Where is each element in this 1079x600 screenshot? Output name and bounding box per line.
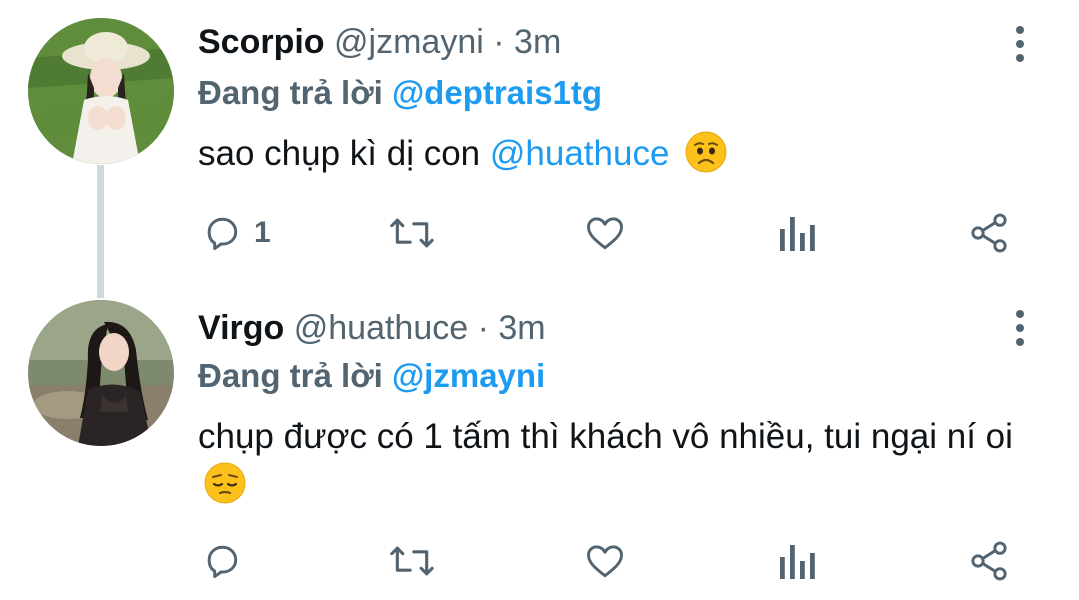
separator-dot: ·	[493, 23, 505, 61]
reply-to-mention[interactable]: @deptrais1tg	[392, 74, 602, 111]
like-button[interactable]	[582, 533, 628, 589]
retweet-button[interactable]	[388, 533, 436, 589]
heart-icon	[587, 545, 623, 578]
tweet-virgo[interactable]: Virgo @huathuce · 3m Đang trả lời @jzmay…	[0, 300, 1079, 600]
tweet-text: chụp được có 1 tấm thì khách vô nhiều, t…	[198, 413, 1048, 509]
reply-icon	[207, 545, 238, 579]
reply-button[interactable]	[200, 533, 254, 589]
tweet-header: Virgo @huathuce · 3m	[198, 304, 546, 352]
reply-button[interactable]: 1	[200, 205, 271, 261]
more-options-icon[interactable]	[1005, 304, 1035, 352]
tweet-text-content: chụp được có 1 tấm thì khách vô nhiều, t…	[198, 417, 1013, 456]
pensive-face-icon	[204, 462, 246, 504]
tweet-text-content: sao chụp kì dị con	[198, 134, 481, 173]
retweet-icon	[390, 218, 434, 248]
replying-to: Đang trả lời @deptrais1tg	[198, 70, 602, 116]
analytics-icon	[780, 545, 815, 579]
heart-icon	[587, 217, 623, 250]
views-button[interactable]	[776, 205, 816, 261]
timestamp[interactable]: 3m	[498, 309, 545, 347]
tweet-actions	[0, 533, 1079, 589]
more-options-icon[interactable]	[1005, 20, 1035, 68]
separator-dot: ·	[477, 309, 489, 347]
display-name[interactable]: Scorpio	[198, 23, 325, 61]
user-handle[interactable]: @jzmayni	[334, 23, 484, 61]
user-handle[interactable]: @huathuce	[294, 309, 468, 347]
display-name[interactable]: Virgo	[198, 309, 284, 347]
analytics-icon	[780, 217, 815, 251]
like-button[interactable]	[582, 205, 628, 261]
views-button[interactable]	[776, 533, 816, 589]
tweet-header: Scorpio @jzmayni · 3m	[198, 18, 561, 66]
tweet-text: sao chụp kì dị con @huathuce	[198, 130, 1048, 178]
tweet-scorpio[interactable]: Scorpio @jzmayni · 3m Đang trả lời @dept…	[0, 0, 1079, 300]
tweet-actions: 1	[0, 205, 1079, 261]
replying-to-label: Đang trả lời	[198, 357, 383, 394]
retweet-button[interactable]	[388, 205, 436, 261]
replying-to-label: Đang trả lời	[198, 74, 383, 111]
reply-icon	[207, 217, 238, 251]
reply-to-mention[interactable]: @jzmayni	[392, 357, 545, 394]
tweet-mention[interactable]: @huathuce	[490, 134, 670, 173]
retweet-icon	[390, 546, 434, 576]
worried-face-icon	[685, 131, 727, 173]
replying-to: Đang trả lời @jzmayni	[198, 353, 545, 399]
avatar[interactable]	[28, 300, 174, 446]
reply-count: 1	[254, 216, 271, 249]
avatar[interactable]	[28, 18, 174, 164]
share-button[interactable]	[967, 205, 1011, 261]
share-icon	[971, 213, 1007, 253]
share-icon	[971, 541, 1007, 581]
share-button[interactable]	[967, 533, 1011, 589]
timestamp[interactable]: 3m	[514, 23, 561, 61]
